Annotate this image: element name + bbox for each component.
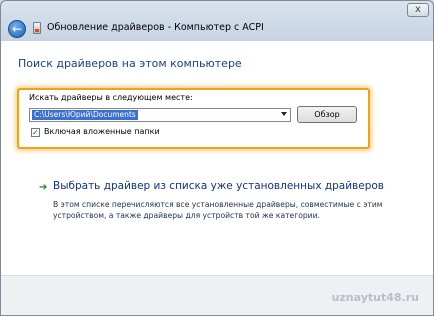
title-bar: ← Обновление драйверов - Компьютер с ACP…	[1, 1, 433, 41]
green-arrow-icon: ➔	[39, 182, 48, 193]
watermark: uznaytut48.ru	[331, 291, 419, 304]
close-button[interactable]: x	[407, 3, 429, 17]
close-icon: x	[415, 4, 421, 15]
search-location-label: Искать драйверы в следующем месте:	[29, 93, 193, 102]
pick-from-list-description: В этом списке перечисляются все установл…	[53, 200, 383, 220]
dialog-window: ← Обновление драйверов - Компьютер с ACP…	[0, 0, 434, 316]
page-title: Поиск драйверов на этом компьютере	[18, 57, 242, 70]
back-button[interactable]: ←	[8, 20, 26, 38]
browse-button[interactable]: Обзор	[297, 106, 357, 123]
pick-from-list-link[interactable]: Выбрать драйвер из списка уже установлен…	[53, 180, 384, 192]
checkmark-icon: ✓	[32, 128, 39, 137]
chevron-down-icon[interactable]	[281, 112, 287, 116]
path-input-value[interactable]: C:\Users\Юрий\Documents	[32, 110, 138, 120]
window-title: Обновление драйверов - Компьютер с ACPI	[47, 22, 264, 33]
dialog-footer: uznaytut48.ru	[1, 275, 433, 315]
back-arrow-icon: ←	[11, 22, 23, 36]
device-icon	[33, 22, 41, 34]
path-combobox[interactable]: C:\Users\Юрий\Documents	[29, 108, 291, 122]
main-content: Поиск драйверов на этом компьютере Искат…	[1, 41, 433, 275]
include-subfolders-label[interactable]: Включая вложенные папки	[44, 127, 160, 136]
include-subfolders-checkbox[interactable]: ✓	[31, 128, 40, 137]
